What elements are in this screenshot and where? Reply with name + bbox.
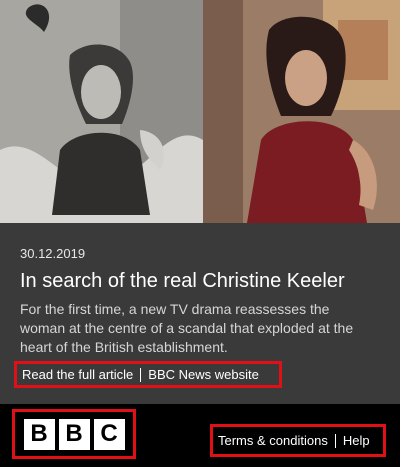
article-links: Read the full article BBC News website bbox=[14, 361, 282, 388]
terms-link[interactable]: Terms & conditions bbox=[218, 433, 328, 448]
drama-photo-illustration bbox=[203, 0, 400, 223]
help-link[interactable]: Help bbox=[343, 433, 370, 448]
article-headline[interactable]: In search of the real Christine Keeler bbox=[20, 268, 385, 294]
bbc-logo-block-1: B bbox=[23, 418, 55, 450]
bbc-news-website-link[interactable]: BBC News website bbox=[148, 367, 259, 382]
article-summary: For the first time, a new TV drama reass… bbox=[20, 301, 354, 355]
footer: B B C Terms & conditions Help bbox=[0, 404, 400, 467]
bbc-logo-block-2: B bbox=[58, 418, 90, 450]
footer-links: Terms & conditions Help bbox=[210, 424, 386, 457]
link-separator bbox=[140, 367, 142, 382]
hero-image-left bbox=[0, 0, 203, 223]
bbc-logo-block-3: C bbox=[93, 418, 125, 450]
read-full-article-link[interactable]: Read the full article bbox=[22, 367, 133, 382]
bbc-logo[interactable]: B B C bbox=[12, 409, 136, 459]
hero-image-right bbox=[203, 0, 400, 223]
keeler-photo-illustration bbox=[0, 0, 203, 223]
article-panel: 30.12.2019 In search of the real Christi… bbox=[0, 223, 400, 404]
footer-link-separator bbox=[334, 433, 336, 448]
article-date: 30.12.2019 bbox=[20, 246, 86, 261]
hero-images bbox=[0, 0, 400, 223]
